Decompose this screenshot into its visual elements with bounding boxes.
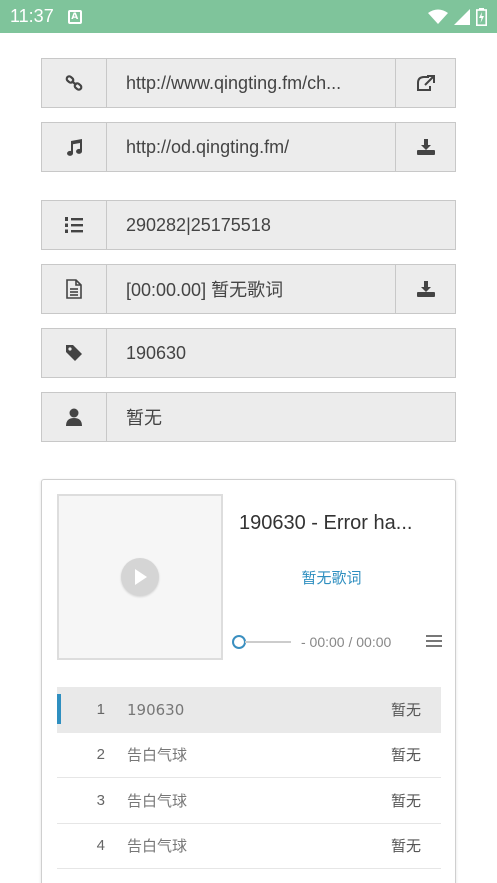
lyric-field: [00:00.00] 暂无歌词 bbox=[41, 264, 456, 314]
download-lyric-button[interactable] bbox=[395, 265, 455, 313]
status-bar: 11:37 A bbox=[0, 0, 497, 33]
status-icons bbox=[428, 7, 487, 26]
playlist-item[interactable]: 1 190630 暂无 bbox=[57, 687, 441, 733]
document-icon bbox=[42, 265, 107, 313]
track-artist: 暂无 bbox=[390, 837, 421, 856]
open-external-button[interactable] bbox=[395, 59, 455, 107]
tag-icon bbox=[42, 329, 107, 377]
lyric-input[interactable]: [00:00.00] 暂无歌词 bbox=[107, 265, 395, 313]
artist-input[interactable]: 暂无 bbox=[107, 393, 455, 441]
link-icon bbox=[42, 59, 107, 107]
track-ids-input[interactable]: 290282|25175518 bbox=[107, 201, 455, 249]
title-field: 190630 bbox=[41, 328, 456, 378]
track-artist: 暂无 bbox=[390, 791, 421, 810]
status-time: 11:37 bbox=[10, 6, 54, 26]
progress-knob[interactable] bbox=[232, 635, 246, 649]
progress-bar[interactable]: - 00:00 / 00:00 bbox=[232, 632, 442, 652]
artist-field: 暂无 bbox=[41, 392, 456, 442]
ordered-list-icon bbox=[42, 201, 107, 249]
share-url-input[interactable]: http://www.qingting.fm/ch... bbox=[107, 59, 395, 107]
play-button[interactable] bbox=[121, 558, 159, 596]
lyric-value: [00:00.00] 暂无歌词 bbox=[126, 280, 284, 300]
track-name: 告白气球 bbox=[127, 791, 188, 810]
track-number: 3 bbox=[96, 791, 105, 809]
time-display: - 00:00 / 00:00 bbox=[301, 634, 392, 650]
title-input[interactable]: 190630 bbox=[107, 329, 455, 377]
menu-icon bbox=[426, 634, 442, 647]
share-url-field: http://www.qingting.fm/ch... bbox=[41, 58, 456, 108]
track-ids-field: 290282|25175518 bbox=[41, 200, 456, 250]
playlist-toggle-button[interactable] bbox=[426, 633, 442, 652]
artist-value: 暂无 bbox=[126, 408, 162, 428]
download-audio-button[interactable] bbox=[395, 123, 455, 171]
track-name: 190630 bbox=[127, 700, 185, 719]
progress-track[interactable] bbox=[245, 641, 291, 643]
audio-url-field: http://od.qingting.fm/ bbox=[41, 122, 456, 172]
track-artist: 暂无 bbox=[390, 701, 421, 720]
track-number: 1 bbox=[96, 701, 105, 719]
lyric-display: 暂无歌词 bbox=[301, 569, 362, 587]
audio-url-input[interactable]: http://od.qingting.fm/ bbox=[107, 123, 395, 171]
playlist: 1 190630 暂无 2 告白气球 暂无 3 告白气球 暂无 4 告白气球 暂… bbox=[57, 687, 441, 869]
music-note-icon bbox=[42, 123, 107, 171]
download-icon bbox=[416, 281, 435, 297]
download-icon bbox=[416, 139, 435, 155]
audio-url-value: http://od.qingting.fm/ bbox=[126, 136, 290, 157]
battery-icon bbox=[476, 7, 487, 26]
title-value: 190630 bbox=[126, 342, 187, 363]
track-number: 4 bbox=[96, 837, 105, 855]
track-title: 190630 - Error ha... bbox=[239, 512, 413, 534]
notification-icon: A bbox=[67, 9, 82, 24]
album-cover bbox=[57, 494, 223, 660]
track-artist: 暂无 bbox=[390, 746, 421, 765]
external-link-icon bbox=[416, 75, 435, 91]
playlist-item[interactable]: 2 告白气球 暂无 bbox=[57, 733, 441, 778]
track-name: 告白气球 bbox=[127, 746, 188, 765]
music-player: 190630 - Error ha... 暂无歌词 - 00:00 / 00:0… bbox=[41, 479, 456, 883]
playlist-item[interactable]: 4 告白气球 暂无 bbox=[57, 824, 441, 869]
signal-icon bbox=[454, 8, 470, 25]
track-ids-value: 290282|25175518 bbox=[126, 214, 271, 235]
playlist-item[interactable]: 3 告白气球 暂无 bbox=[57, 778, 441, 824]
track-name: 告白气球 bbox=[127, 837, 188, 856]
wifi-icon bbox=[428, 9, 448, 24]
user-icon bbox=[42, 393, 107, 441]
play-icon bbox=[135, 569, 147, 585]
share-url-value: http://www.qingting.fm/ch... bbox=[126, 72, 342, 93]
track-number: 2 bbox=[96, 746, 105, 764]
